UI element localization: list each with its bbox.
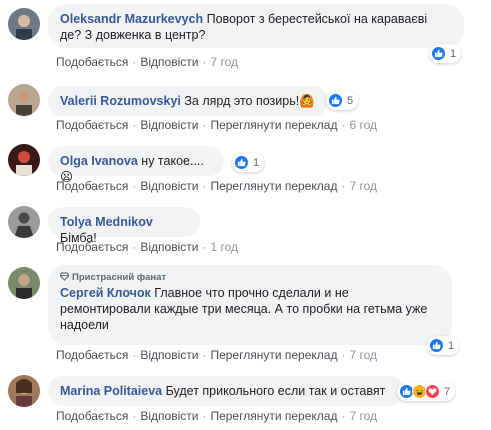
thumbs-up-icon	[234, 155, 249, 170]
like-link[interactable]: Подобається	[56, 409, 128, 423]
avatar[interactable]	[8, 206, 40, 238]
comment-bubble: Marina Politaieva Будет прикольного если…	[48, 376, 404, 406]
reply-link[interactable]: Відповісти	[140, 55, 198, 69]
comment-bubble: Пристрасний фанат Сергей Клочок Главное …	[48, 265, 452, 345]
reactions-summary[interactable]: 5	[326, 91, 359, 110]
comment-actions: Подобається · Відповісти · Переглянути перек…	[56, 409, 378, 423]
comment-actions: Подобається · Відповісти · 1 год	[56, 240, 238, 254]
reply-link[interactable]: Відповісти	[140, 348, 198, 362]
comment-author[interactable]: Oleksandr Mazurkevych	[60, 12, 203, 26]
like-link[interactable]: Подобається	[56, 240, 128, 254]
like-link[interactable]: Подобається	[56, 179, 128, 193]
reactions-summary[interactable]: 1	[232, 153, 265, 172]
comment-text-continued: надоели	[60, 318, 109, 332]
see-translation-link[interactable]: Переглянути переклад	[210, 179, 337, 193]
reaction-count: 1	[253, 156, 260, 169]
timestamp[interactable]: 7 год	[210, 55, 238, 69]
see-translation-link[interactable]: Переглянути переклад	[210, 348, 337, 362]
comment-text: Главное что прочно сделали и не	[154, 286, 349, 300]
comment-text-continued: де? З довженка в центр?	[60, 28, 206, 42]
comment-actions: Подобається · Відповісти · Переглянути перек…	[56, 179, 378, 193]
comment-author[interactable]: Valerii Rozumovskyi	[60, 94, 181, 108]
thumbs-up-icon	[328, 93, 343, 108]
comment-text-continued: ремонтировали каждые три месяца. А то пр…	[60, 302, 428, 316]
avatar[interactable]	[8, 8, 40, 40]
comment-author[interactable]: Сергей Клочок	[60, 286, 151, 300]
thumbs-up-icon	[429, 338, 444, 353]
like-link[interactable]: Подобається	[56, 348, 128, 362]
reply-link[interactable]: Відповісти	[140, 240, 198, 254]
reactions-summary[interactable]: 1	[429, 44, 462, 63]
comment-author[interactable]: Marina Politaieva	[60, 384, 162, 398]
comment-text: За лярд это позирь!🙆	[184, 94, 315, 108]
timestamp[interactable]: 1 год	[210, 240, 238, 254]
top-fan-badge: Пристрасний фанат	[60, 271, 440, 284]
comment-author[interactable]: Tolya Mednikov	[60, 215, 153, 229]
reactions-summary[interactable]: 7	[397, 382, 456, 401]
reply-link[interactable]: Відповісти	[140, 179, 198, 193]
see-translation-link[interactable]: Переглянути переклад	[210, 409, 337, 423]
badge-label: Пристрасний фанат	[72, 272, 167, 283]
comment-bubble: Olga Ivanova ну такое....😦	[48, 146, 224, 184]
avatar[interactable]	[8, 144, 40, 176]
timestamp[interactable]: 6 год	[349, 118, 377, 132]
comment-actions: Подобається · Відповісти · 7 год	[56, 55, 238, 69]
avatar[interactable]	[8, 267, 40, 299]
comment-text: Поворот з берестейської на караваєві	[206, 12, 428, 26]
comment-text: Будет прикольного если так и оставят	[165, 384, 386, 398]
diamond-icon	[60, 272, 69, 281]
like-link[interactable]: Подобається	[56, 55, 128, 69]
reaction-count: 1	[450, 47, 457, 60]
comment-actions: Подобається · Відповісти · Переглянути перек…	[56, 348, 378, 362]
thumbs-up-icon	[431, 46, 446, 61]
reply-link[interactable]: Відповісти	[140, 118, 198, 132]
reply-link[interactable]: Відповісти	[140, 409, 198, 423]
reaction-count: 7	[444, 385, 451, 398]
timestamp[interactable]: 7 год	[349, 179, 377, 193]
avatar[interactable]	[8, 375, 40, 407]
reaction-count: 1	[448, 339, 455, 352]
heart-icon	[425, 384, 440, 399]
see-translation-link[interactable]: Переглянути переклад	[210, 118, 337, 132]
reaction-count: 5	[347, 94, 354, 107]
timestamp[interactable]: 7 год	[349, 409, 377, 423]
timestamp[interactable]: 7 год	[349, 348, 377, 362]
avatar[interactable]	[8, 84, 40, 116]
comment-author[interactable]: Olga Ivanova	[60, 154, 138, 168]
comment-actions: Подобається · Відповісти · Переглянути перек…	[56, 118, 378, 132]
like-link[interactable]: Подобається	[56, 118, 128, 132]
reactions-summary[interactable]: 1	[427, 336, 460, 355]
comment-bubble: Valerii Rozumovskyi За лярд это позирь!🙆	[48, 86, 328, 116]
comment-bubble: Tolya Mednikov Бімба!	[48, 207, 200, 245]
comment-bubble: Oleksandr Mazurkevych Поворот з берестей…	[48, 4, 464, 48]
